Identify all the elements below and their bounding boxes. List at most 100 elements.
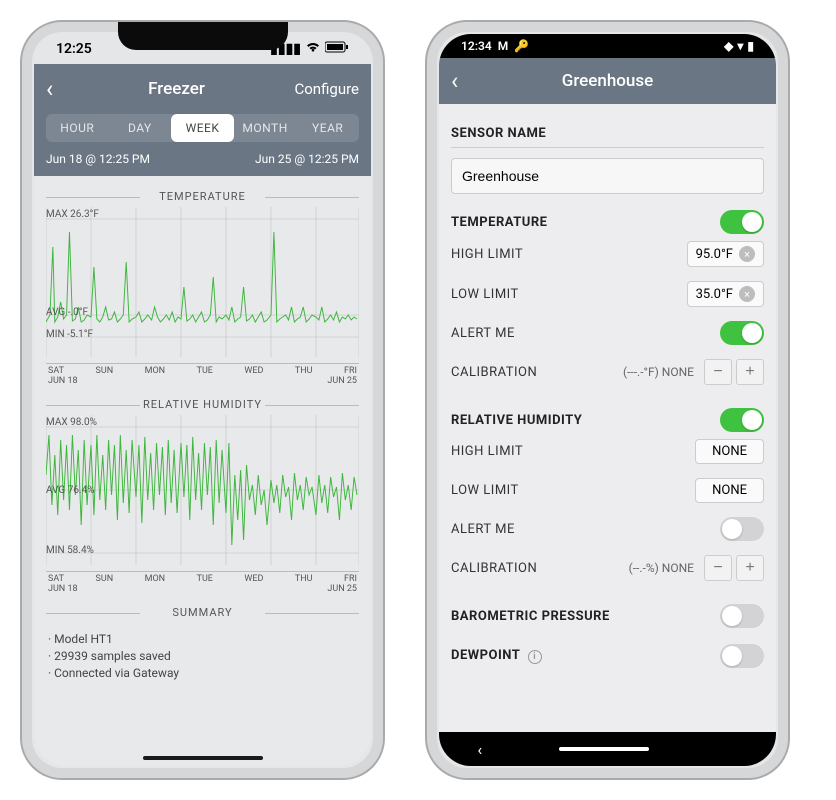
temp-avg-label: AVG -.0°F (46, 307, 88, 318)
xdate-start: JUN 18 (48, 584, 78, 594)
hum-high-limit-value[interactable]: NONE (695, 439, 764, 464)
back-button[interactable]: ‹ (451, 67, 479, 95)
scroll-content[interactable]: SENSOR NAME TEMPERATURE HIGH LIMIT 95.0°… (439, 104, 776, 732)
temp-min-label: MIN -5.1°F (46, 329, 93, 340)
divider (451, 147, 764, 148)
wifi-icon: ▾ (737, 39, 743, 53)
xday: SUN (96, 366, 114, 376)
temperature-title: TEMPERATURE (46, 190, 359, 203)
xday: SAT (48, 366, 64, 376)
hum-calibration-label: CALIBRATION (451, 561, 537, 576)
xday: FRI (344, 366, 357, 376)
info-icon[interactable]: i (528, 650, 542, 664)
temp-high-limit-value[interactable]: 95.0°F × (687, 241, 764, 267)
temp-calibration-label: CALIBRATION (451, 365, 537, 380)
tab-day[interactable]: DAY (109, 114, 172, 142)
hum-min-label: MIN 58.4% (46, 545, 94, 556)
temp-alert-label: ALERT ME (451, 326, 515, 341)
temp-max-label: MAX 26.3°F (46, 209, 99, 220)
xdate-end: JUN 25 (327, 376, 357, 386)
xday: TUE (197, 366, 213, 376)
value-text: 35.0°F (696, 287, 733, 302)
hum-low-limit-value[interactable]: NONE (695, 478, 764, 503)
stepper-minus-button[interactable]: − (704, 555, 732, 581)
xday: WED (244, 574, 263, 584)
iphone-notch (118, 22, 288, 50)
page-title: Greenhouse (562, 71, 654, 91)
hum-calibration-value: (--.-%) NONE (629, 561, 694, 575)
configure-button[interactable]: Configure (279, 80, 359, 98)
hum-xaxis-days: SAT SUN MON TUE WED THU FRI (46, 571, 359, 584)
tab-month[interactable]: MONTH (234, 114, 297, 142)
xday: MON (145, 366, 165, 376)
clear-icon[interactable]: × (739, 286, 755, 302)
humidity-section-label: RELATIVE HUMIDITY (451, 413, 582, 428)
tab-week[interactable]: WEEK (171, 114, 234, 142)
gmail-icon: M (498, 39, 509, 53)
wifi-icon (305, 41, 321, 57)
hum-max-label: MAX 98.0% (46, 417, 97, 428)
temp-alert-toggle[interactable] (720, 321, 764, 345)
summary-item: · Model HT1 (48, 632, 357, 646)
tab-hour[interactable]: HOUR (46, 114, 109, 142)
xday: THU (295, 366, 313, 376)
stepper-plus-button[interactable]: + (736, 555, 764, 581)
page-title: Freezer (148, 79, 205, 99)
home-indicator[interactable] (143, 756, 263, 760)
dewpoint-label: DEWPOINT i (451, 648, 542, 664)
humidity-toggle[interactable] (720, 408, 764, 432)
xday: MON (145, 574, 165, 584)
status-time: 12:25 (56, 41, 92, 57)
temp-calibration-stepper: − + (704, 359, 764, 385)
temp-low-limit-value[interactable]: 35.0°F × (687, 281, 764, 307)
dewpoint-toggle[interactable] (720, 644, 764, 668)
status-time: 12:34 (461, 39, 492, 53)
xdate-end: JUN 25 (327, 584, 357, 594)
tab-year[interactable]: YEAR (296, 114, 359, 142)
hum-avg-label: AVG 76.4% (46, 485, 95, 496)
clear-icon[interactable]: × (739, 246, 755, 262)
range-tabs: HOUR DAY WEEK MONTH YEAR (46, 114, 359, 142)
back-button[interactable]: ‹ (46, 75, 74, 103)
signal-icon: ◆ (724, 39, 733, 53)
sensor-name-label: SENSOR NAME (451, 126, 764, 141)
scroll-content[interactable]: TEMPERATURE MAX 26.3°F AVG -.0°F MIN -5.… (34, 176, 371, 766)
temp-xaxis-days: SAT SUN MON TUE WED THU FRI (46, 363, 359, 376)
summary-title: SUMMARY (46, 606, 359, 619)
xdate-start: JUN 18 (48, 376, 78, 386)
xday: TUE (197, 574, 213, 584)
temperature-toggle[interactable] (720, 210, 764, 234)
summary-item: · 29939 samples saved (48, 649, 357, 663)
stepper-plus-button[interactable]: + (736, 359, 764, 385)
xday: SUN (96, 574, 114, 584)
temperature-section-label: TEMPERATURE (451, 215, 548, 230)
battery-icon: ▮ (747, 39, 754, 53)
summary-list: · Model HT1 · 29939 samples saved · Conn… (46, 623, 359, 689)
xday: SAT (48, 574, 64, 584)
temp-low-limit-label: LOW LIMIT (451, 287, 519, 302)
key-icon: 🔑 (514, 39, 529, 53)
hum-alert-toggle[interactable] (720, 517, 764, 541)
xday: FRI (344, 574, 357, 584)
humidity-title: RELATIVE HUMIDITY (46, 398, 359, 411)
stepper-minus-button[interactable]: − (704, 359, 732, 385)
nav-home-icon[interactable] (559, 747, 649, 751)
humidity-chart[interactable]: MAX 98.0% AVG 76.4% MIN 58.4% (46, 415, 359, 565)
nav-bar: ‹ Greenhouse (439, 58, 776, 104)
android-navbar: ‹ (439, 732, 776, 766)
hum-calibration-stepper: − + (704, 555, 764, 581)
android-camera-hole (603, 41, 613, 51)
date-end: Jun 25 @ 12:25 PM (255, 152, 359, 166)
barometric-label: BAROMETRIC PRESSURE (451, 609, 610, 624)
sensor-name-input[interactable] (451, 158, 764, 194)
hum-low-limit-label: LOW LIMIT (451, 483, 519, 498)
temperature-chart[interactable]: MAX 26.3°F AVG -.0°F MIN -5.1°F (46, 207, 359, 357)
xday: THU (295, 574, 313, 584)
barometric-toggle[interactable] (720, 604, 764, 628)
nav-back-icon[interactable]: ‹ (477, 740, 482, 759)
summary-item: · Connected via Gateway (48, 666, 357, 680)
date-range: Jun 18 @ 12:25 PM Jun 25 @ 12:25 PM (46, 152, 359, 166)
temp-xaxis-dates: JUN 18 JUN 25 (46, 376, 359, 386)
iphone-frame: 12:25 ▮▮▮▮ ‹ Freezer Configure HOUR DAY … (20, 20, 385, 780)
temp-high-limit-label: HIGH LIMIT (451, 247, 523, 262)
